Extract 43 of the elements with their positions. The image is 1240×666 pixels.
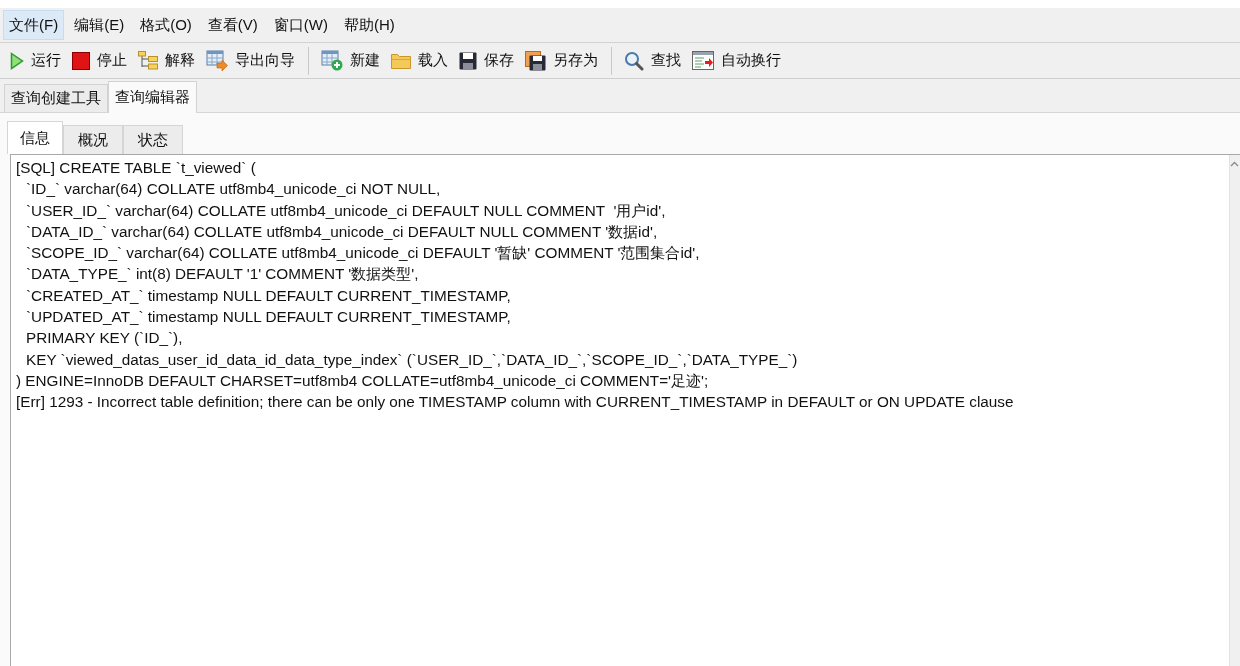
log-line: `ID_` varchar(64) COLLATE utf8mb4_unicode_ci NOT NULL, [26,179,441,200]
hierarchy-icon [138,50,158,71]
toolbar-button[interactable]: 新建 [317,45,384,76]
toolbar-button[interactable]: 查找 [620,45,685,76]
search-icon [624,50,644,71]
log-line: `DATA_TYPE_` int(8) DEFAULT '1' COMMENT '数据类型', [26,264,419,285]
toolbar-button[interactable]: 导出向导 [202,45,299,76]
log-line: KEY `viewed_datas_user_id_data_id_data_type_index` (`USER_ID_`,`DATA_ID_`,`SCOPE_ID_`,`DATA_TYPE_`) [26,349,798,370]
folder-icon [391,52,411,69]
menu-item[interactable]: 文件(F) [3,10,65,40]
log-line: `USER_ID_` varchar(64) COLLATE utf8mb4_unicode_ci DEFAULT NULL COMMENT '用户id', [26,200,666,221]
toolbar-button[interactable]: 保存 [455,45,518,76]
menu-item[interactable]: 格式(O) [134,10,198,40]
menu-item[interactable]: 帮助(H) [338,10,401,40]
result-tab[interactable]: 状态 [123,125,183,154]
toolbar-button[interactable]: 自动换行 [688,45,785,76]
scroll-up-icon[interactable] [1230,161,1239,167]
table-arrow-icon [206,50,228,71]
log-line: `SCOPE_ID_` varchar(64) COLLATE utf8mb4_unicode_ci DEFAULT '暂缺' COMMENT '范围集合id', [26,243,700,264]
menu-item[interactable]: 编辑(E) [68,10,131,40]
toolbar-button[interactable]: 解释 [134,45,199,76]
menu-item[interactable]: 查看(V) [201,10,264,40]
stop-icon [72,51,90,70]
result-tab[interactable]: 信息 [7,121,63,154]
toolbar-button[interactable]: 停止 [68,45,131,76]
result-tab[interactable]: 概况 [63,125,123,154]
menu-item[interactable]: 窗口(W) [267,10,334,40]
toolbar-button[interactable]: 运行 [6,45,65,76]
toolbar-button[interactable]: 载入 [387,45,452,76]
log-line: PRIMARY KEY (`ID_`), [26,328,183,349]
log-line: `CREATED_AT_` timestamp NULL DEFAULT CURRENT_TIMESTAMP, [26,285,511,306]
document-tab[interactable]: 查询创建工具 [4,84,108,112]
log-line: `DATA_ID_` varchar(64) COLLATE utf8mb4_unicode_ci DEFAULT NULL COMMENT '数据id', [26,221,658,242]
play-icon [10,51,24,70]
table-plus-icon [321,50,343,71]
log-line: [Err] 1293 - Incorrect table definition; there can be only one TIMESTAMP column with CURRENT_TIMESTAMP in DEFAULT or ON UPDATE clause [16,392,1014,413]
log-line: `UPDATED_AT_` timestamp NULL DEFAULT CURRENT_TIMESTAMP, [26,307,511,328]
toolbar-button[interactable]: 另存为 [521,45,602,76]
log-line: ) ENGINE=InnoDB DEFAULT CHARSET=utf8mb4 COLLATE=utf8mb4_unicode_ci COMMENT='足迹'; [16,370,709,391]
document-tab[interactable]: 查询编辑器 [108,81,197,113]
vertical-scrollbar[interactable] [1229,155,1240,666]
floppy-disks-icon [525,50,546,71]
log-line: [SQL] CREATE TABLE `t_viewed` ( [16,158,256,178]
